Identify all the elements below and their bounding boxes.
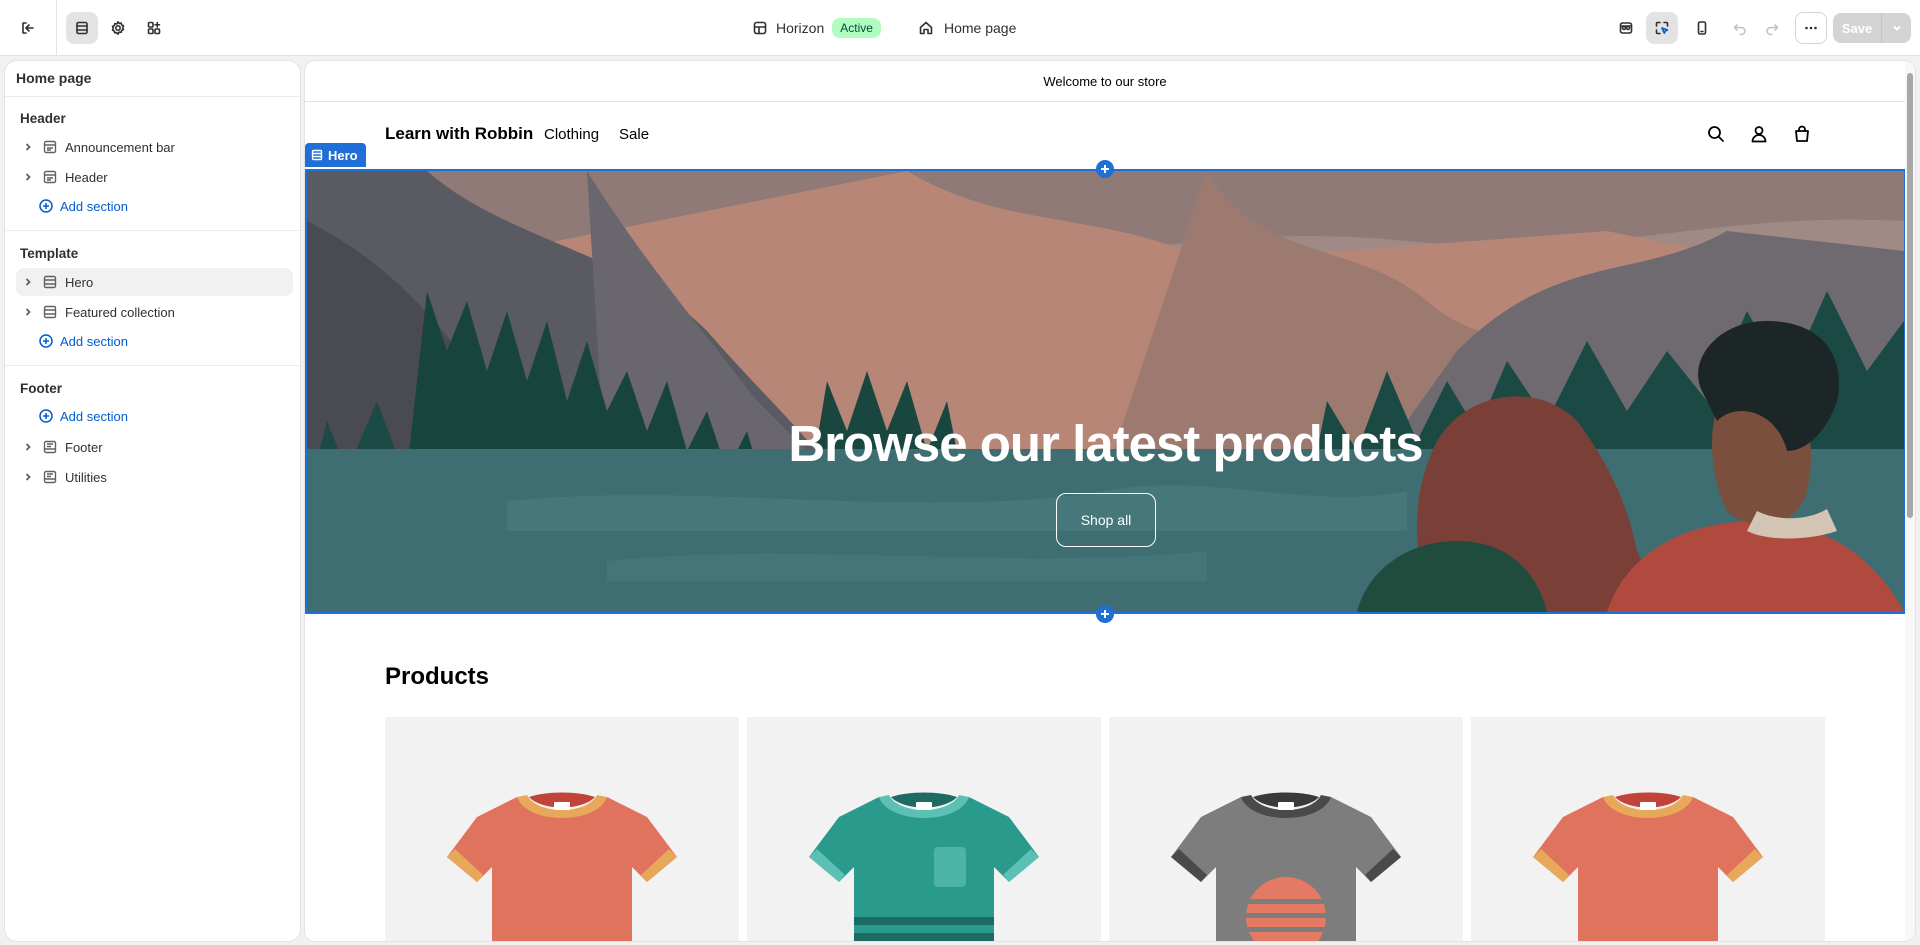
home-icon xyxy=(919,21,933,35)
hero-tag-label: Hero xyxy=(328,147,358,163)
sidebar-item-label: Footer xyxy=(65,439,103,455)
save-button-label: Save xyxy=(1841,20,1873,36)
sidebar-item-label: Header xyxy=(65,169,108,185)
sections-icon[interactable] xyxy=(66,12,98,44)
chevron-right-icon[interactable] xyxy=(20,307,36,317)
apps-icon[interactable] xyxy=(138,12,170,44)
section-icon xyxy=(42,139,58,155)
tshirt-image xyxy=(1533,792,1763,941)
add-section-label: Add section xyxy=(60,408,128,424)
add-section-label: Add section xyxy=(60,198,128,214)
sidebar-item-label: Featured collection xyxy=(65,304,175,320)
section-icon xyxy=(42,304,58,320)
gear-icon[interactable] xyxy=(102,12,134,44)
tshirt-image xyxy=(809,792,1039,941)
sidebar-item-featured-collection[interactable]: Featured collection xyxy=(16,298,293,326)
add-section-label: Add section xyxy=(60,333,128,349)
editor-topbar: Horizon Active Home page Save xyxy=(0,0,1920,56)
section-icon xyxy=(311,149,323,161)
add-section-header[interactable]: Add section xyxy=(38,194,128,218)
mobile-preview-icon[interactable] xyxy=(1686,12,1718,44)
store-preview: Welcome to our store Learn with Robbin C… xyxy=(305,61,1915,941)
sidebar-title: Home page xyxy=(16,70,92,86)
chevron-right-icon[interactable] xyxy=(20,442,36,452)
nav-link-clothing[interactable]: Clothing xyxy=(544,126,599,143)
chevron-right-icon[interactable] xyxy=(20,172,36,182)
search-icon[interactable] xyxy=(1706,124,1726,144)
inspector-icon[interactable] xyxy=(1610,12,1642,44)
group-title-footer: Footer xyxy=(20,381,62,396)
add-section-above-icon[interactable] xyxy=(1096,160,1114,178)
sidebar-item-header[interactable]: Header xyxy=(16,163,293,191)
more-actions-icon[interactable] xyxy=(1795,12,1827,44)
add-section-template[interactable]: Add section xyxy=(38,329,128,353)
add-section-footer[interactable]: Add section xyxy=(38,404,128,428)
product-card[interactable] xyxy=(385,717,739,941)
sidebar-divider xyxy=(5,230,300,231)
store-header[interactable]: Learn with Robbin Clothing Sale xyxy=(305,102,1905,168)
chevron-right-icon[interactable] xyxy=(20,472,36,482)
select-element-icon[interactable] xyxy=(1646,12,1678,44)
store-logo[interactable]: Learn with Robbin xyxy=(385,124,533,144)
theme-selector[interactable]: Horizon Active xyxy=(752,14,881,42)
exit-icon[interactable] xyxy=(12,12,44,44)
group-title-template: Template xyxy=(20,246,79,261)
topbar-divider xyxy=(56,0,57,56)
shop-all-button[interactable]: Shop all xyxy=(1056,493,1156,547)
sidebar-item-label: Hero xyxy=(65,274,94,290)
chevron-right-icon[interactable] xyxy=(20,277,36,287)
sidebar-item-label: Utilities xyxy=(65,469,107,485)
announcement-bar[interactable]: Welcome to our store xyxy=(305,61,1905,102)
store-nav: Clothing Sale xyxy=(544,126,649,143)
sidebar-divider xyxy=(5,96,300,97)
hero-section-tag[interactable]: Hero xyxy=(305,143,366,167)
tshirt-image xyxy=(1171,792,1401,941)
sections-sidebar: Home page Header Announcement bar Header… xyxy=(5,61,300,941)
product-card[interactable] xyxy=(1471,717,1825,941)
theme-name: Horizon xyxy=(776,20,825,36)
account-icon[interactable] xyxy=(1749,124,1769,144)
section-icon xyxy=(42,439,58,455)
sidebar-item-hero[interactable]: Hero xyxy=(16,268,293,296)
plus-circle-icon xyxy=(39,409,53,423)
products-heading: Products xyxy=(385,663,490,690)
sidebar-item-utilities[interactable]: Utilities xyxy=(16,463,293,491)
announcement-text: Welcome to our store xyxy=(1043,73,1167,89)
hero-title: Browse our latest products xyxy=(788,415,1423,472)
save-button[interactable]: Save xyxy=(1833,13,1911,43)
product-card[interactable] xyxy=(1109,717,1463,941)
section-icon xyxy=(42,274,58,290)
section-icon xyxy=(42,169,58,185)
hero-section[interactable]: Browse our latest products Shop all xyxy=(305,169,1906,614)
group-title-header: Header xyxy=(20,111,66,126)
sidebar-item-footer[interactable]: Footer xyxy=(16,433,293,461)
section-icon xyxy=(42,469,58,485)
page-selector-label: Home page xyxy=(944,20,1017,36)
page-selector[interactable]: Home page xyxy=(918,14,1016,42)
redo-icon[interactable] xyxy=(1756,12,1788,44)
plus-circle-icon xyxy=(39,334,53,348)
tshirt-image xyxy=(447,792,677,941)
preview-scrollbar[interactable] xyxy=(1907,73,1913,518)
sidebar-item-announcement-bar[interactable]: Announcement bar xyxy=(16,133,293,161)
plus-circle-icon xyxy=(39,199,53,213)
chevron-right-icon[interactable] xyxy=(20,142,36,152)
status-badge: Active xyxy=(832,18,881,38)
sidebar-divider xyxy=(5,365,300,366)
layout-icon xyxy=(753,21,767,35)
cart-icon[interactable] xyxy=(1792,124,1812,144)
nav-link-sale[interactable]: Sale xyxy=(619,126,649,143)
add-section-below-icon[interactable] xyxy=(1096,605,1114,623)
undo-icon[interactable] xyxy=(1724,12,1756,44)
sidebar-item-label: Announcement bar xyxy=(65,139,175,155)
chevron-down-icon[interactable] xyxy=(1882,22,1911,34)
product-card[interactable] xyxy=(747,717,1101,941)
